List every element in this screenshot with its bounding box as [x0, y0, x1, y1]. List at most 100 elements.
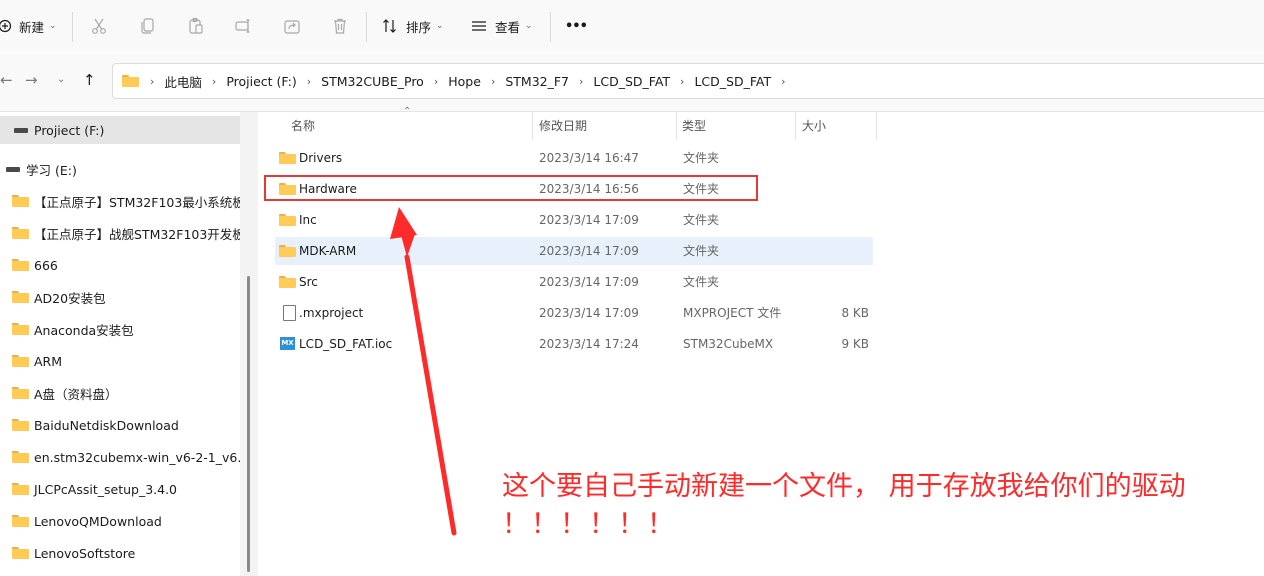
navigation-pane-scrollbar-thumb[interactable]: [247, 276, 250, 572]
rename-icon: [235, 19, 250, 33]
share-button[interactable]: [283, 0, 301, 52]
file-name: Inc: [299, 213, 317, 227]
chevron-right-icon[interactable]: ›: [434, 75, 438, 88]
breadcrumb-item[interactable]: LCD_SD_FAT: [593, 74, 670, 89]
file-type: 文件夹: [683, 151, 720, 165]
paste-button[interactable]: [187, 0, 205, 52]
breadcrumb-item[interactable]: 此电脑: [164, 72, 202, 91]
copy-button[interactable]: [139, 0, 157, 52]
delete-button[interactable]: [331, 0, 349, 52]
sidebar-item[interactable]: 666: [0, 251, 240, 279]
sidebar-item[interactable]: A盘（资料盘）: [0, 379, 240, 407]
view-list-icon: [472, 21, 486, 31]
file-modified: 2023/3/14 17:24: [539, 337, 639, 351]
column-header-modified[interactable]: 修改日期: [539, 112, 587, 140]
annotation-line-2: ！！！！！！: [502, 509, 676, 540]
cut-button[interactable]: [90, 0, 108, 52]
sidebar-item-label: JLCPcAssit_setup_3.4.0: [34, 481, 178, 497]
folder-icon: [12, 227, 29, 239]
sidebar-item[interactable]: 【正点原子】STM32F103最小系统板资: [0, 187, 240, 215]
file-row[interactable]: Drivers 2023/3/14 16:47 文件夹: [275, 144, 873, 172]
new-button[interactable]: 新建 ⌄: [0, 0, 57, 52]
annotation-text: 这个要自己手动新建一个文件， 用于存放我给你们的驱动 ！！！！！！: [502, 468, 1186, 544]
breadcrumb-item[interactable]: STM32CUBE_Pro: [321, 74, 424, 89]
file-modified: 2023/3/14 17:09: [539, 244, 639, 258]
folder-icon: [12, 515, 29, 527]
folder-icon: [279, 276, 296, 288]
sort-button[interactable]: 排序 ⌄: [382, 0, 444, 52]
sidebar-item-label: LenovoSoftstore: [34, 545, 136, 561]
chevron-right-icon[interactable]: ›: [781, 75, 785, 88]
chevron-down-icon: ⌄: [525, 21, 533, 31]
sidebar-item[interactable]: Anaconda安装包: [0, 315, 240, 343]
rename-button[interactable]: [234, 0, 252, 52]
sidebar-item-label: Anaconda安装包: [34, 322, 134, 338]
column-divider[interactable]: [532, 112, 533, 140]
column-header-type[interactable]: 类型: [682, 112, 706, 140]
chevron-down-icon: ⌄: [436, 21, 444, 31]
file-row[interactable]: Src 2023/3/14 17:09 文件夹: [275, 268, 873, 296]
sidebar-item[interactable]: LenovoQMDownload: [0, 507, 240, 535]
navigation-pane: Projiect (F:) 学习 (E:) 【正点原子】STM32F103最小系统板…: [0, 112, 240, 576]
view-button[interactable]: 查看 ⌄: [471, 0, 533, 52]
file-row[interactable]: MDK-ARM 2023/3/14 17:09 文件夹: [275, 237, 873, 265]
column-divider[interactable]: [676, 112, 677, 140]
folder-icon: [12, 355, 29, 367]
more-options-label: •••: [565, 18, 588, 34]
sidebar-item[interactable]: BaiduNetdiskDownload: [0, 411, 240, 439]
folder-icon: [12, 195, 29, 207]
sidebar-item[interactable]: LenovoSoftstore: [0, 539, 240, 567]
chevron-right-icon[interactable]: ›: [491, 75, 495, 88]
file-row[interactable]: .mxproject 2023/3/14 17:09 MXPROJECT 文件 8 K…: [275, 299, 873, 327]
chevron-right-icon[interactable]: ›: [212, 75, 216, 88]
plus-circle-icon: [0, 19, 12, 33]
folder-icon: [12, 291, 29, 303]
folder-icon: [12, 483, 29, 495]
breadcrumb-item[interactable]: Projiect (F:): [226, 74, 296, 89]
copy-icon: [141, 18, 154, 34]
file-modified: 2023/3/14 17:09: [539, 213, 639, 227]
recent-locations-chevron-icon[interactable]: ⌄: [57, 74, 65, 85]
sidebar-item[interactable]: AD20安装包: [0, 283, 240, 311]
breadcrumb-item[interactable]: Hope: [448, 74, 481, 89]
chevron-right-icon: ›: [150, 74, 155, 88]
folder-icon: [279, 152, 296, 164]
sidebar-item[interactable]: 【正点原子】战舰STM32F103开发板: [0, 219, 240, 247]
sidebar-item[interactable]: ARM: [0, 347, 240, 375]
breadcrumb-item[interactable]: LCD_SD_FAT: [694, 74, 771, 89]
column-header-name[interactable]: 名称: [291, 112, 315, 140]
breadcrumb: 此电脑 › Projiect (F:) › STM32CUBE_Pro › Hope › STM…: [164, 72, 795, 91]
sidebar-item-label: ARM: [34, 353, 63, 369]
sidebar-item[interactable]: Projiect (F:): [0, 116, 240, 144]
chevron-right-icon[interactable]: ›: [579, 75, 583, 88]
chevron-right-icon[interactable]: ›: [307, 75, 311, 88]
navigation-bar: ← → ⌄ ↑ › 此电脑 › Projiect (F:) › STM32CUBE_Pr…: [0, 53, 1264, 112]
sidebar-item-label: en.stm32cubemx-win_v6-2-1_v6.2.1: [34, 449, 240, 465]
file-modified: 2023/3/14 17:09: [539, 275, 639, 289]
forward-arrow-icon[interactable]: →: [25, 71, 38, 89]
column-divider[interactable]: [876, 112, 877, 140]
more-options-button[interactable]: •••: [565, 0, 588, 52]
column-divider[interactable]: [795, 112, 796, 140]
chevron-right-icon[interactable]: ›: [680, 75, 684, 88]
up-arrow-icon[interactable]: ↑: [83, 71, 96, 89]
sidebar-item[interactable]: en.stm32cubemx-win_v6-2-1_v6.2.1: [0, 443, 240, 471]
breadcrumb-item[interactable]: STM32_F7: [505, 74, 569, 89]
sidebar-item[interactable]: 学习 (E:): [0, 155, 240, 183]
folder-icon: [12, 547, 29, 559]
command-bar: 新建 ⌄ 排序 ⌄ 查看 ⌄ •••: [0, 0, 1264, 52]
sidebar-item-label: 学习 (E:): [26, 162, 77, 178]
address-bar[interactable]: › 此电脑 › Projiect (F:) › STM32CUBE_Pro › Hope › S…: [112, 63, 1264, 99]
share-icon: [284, 20, 300, 34]
new-button-label: 新建: [19, 19, 45, 35]
file-row[interactable]: MX LCD_SD_FAT.ioc 2023/3/14 17:24 STM32Cube…: [275, 330, 873, 358]
column-header-size[interactable]: 大小: [802, 112, 826, 140]
sidebar-item-label: A盘（资料盘）: [34, 386, 118, 402]
file-row[interactable]: Inc 2023/3/14 17:09 文件夹: [275, 206, 873, 234]
sort-ascending-icon: ⌃: [403, 106, 412, 117]
back-arrow-icon[interactable]: ←: [0, 71, 13, 89]
sidebar-item-label: BaiduNetdiskDownload: [34, 417, 179, 433]
folder-icon: [12, 387, 29, 399]
folder-icon: [12, 419, 29, 431]
sidebar-item[interactable]: JLCPcAssit_setup_3.4.0: [0, 475, 240, 503]
